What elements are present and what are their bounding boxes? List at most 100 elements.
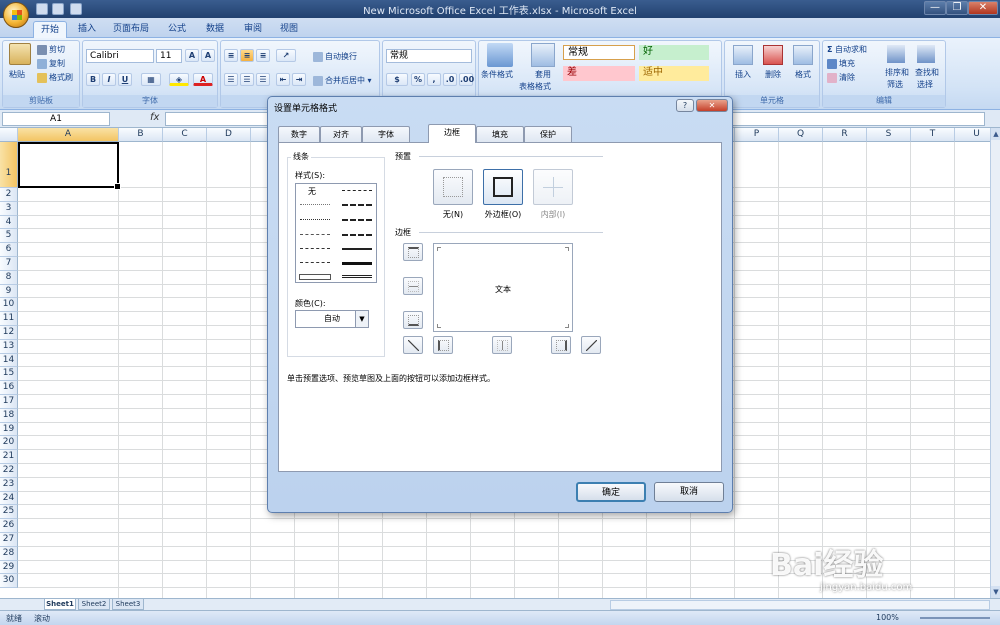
zoom-slider[interactable] (920, 617, 990, 619)
conditional-format-icon[interactable] (487, 43, 513, 67)
sort-filter-button2[interactable]: 筛选 (887, 79, 903, 90)
row-header[interactable]: 13 (0, 339, 18, 354)
line-style-dash-dot-dot[interactable] (300, 234, 330, 235)
format-as-table-label2[interactable]: 表格格式 (519, 81, 551, 92)
column-header[interactable]: Q (779, 128, 823, 142)
row-header[interactable]: 30 (0, 574, 18, 589)
tab-protection[interactable]: 保护 (524, 126, 572, 142)
font-name-select[interactable]: Calibri (86, 49, 154, 63)
shrink-font-button[interactable]: A (201, 49, 215, 62)
name-box[interactable]: A1 (2, 112, 110, 126)
tab-fill[interactable]: 填充 (476, 126, 524, 142)
sort-filter-icon[interactable] (887, 45, 905, 63)
horizontal-scrollbar[interactable] (610, 600, 990, 610)
preset-none-button[interactable] (433, 169, 473, 205)
border-left-button[interactable] (433, 336, 453, 354)
number-format-select[interactable]: 常规 (386, 49, 472, 63)
underline-button[interactable]: U (118, 73, 132, 86)
align-center-button[interactable]: ☰ (240, 73, 254, 86)
column-header[interactable]: S (867, 128, 911, 142)
row-header[interactable]: 2 (0, 188, 18, 202)
font-color-button[interactable]: A (193, 73, 213, 86)
tab-view[interactable]: 视图 (272, 21, 306, 38)
row-header[interactable]: 17 (0, 395, 18, 409)
insert-function-button[interactable]: fx (150, 112, 159, 123)
line-style-none[interactable]: 无 (308, 186, 316, 197)
tab-alignment[interactable]: 对齐 (320, 126, 362, 142)
format-cells-icon[interactable] (793, 45, 813, 65)
row-header[interactable]: 19 (0, 422, 18, 437)
tab-font[interactable]: 字体 (362, 126, 410, 142)
sheet-tab-3[interactable]: Sheet3 (112, 599, 144, 610)
border-top-button[interactable] (403, 243, 423, 261)
scroll-up-icon[interactable]: ▲ (991, 128, 1000, 140)
tab-home[interactable]: 开始 (33, 21, 67, 38)
line-style-selected-thin[interactable] (299, 274, 331, 280)
ok-button[interactable]: 确定 (576, 482, 646, 502)
conditional-format-button[interactable]: 条件格式 (481, 69, 513, 80)
row-header[interactable]: 1 (0, 142, 18, 188)
line-style-slant-dash-dot[interactable] (342, 204, 372, 206)
row-header[interactable]: 14 (0, 353, 18, 368)
border-diagonal-up-button[interactable] (403, 336, 423, 354)
line-style-medium-dashed[interactable] (342, 234, 372, 236)
tab-page-layout[interactable]: 页面布局 (108, 21, 154, 38)
row-header[interactable]: 24 (0, 491, 18, 506)
line-style-hair[interactable] (300, 204, 330, 205)
border-horizontal-button[interactable] (403, 277, 423, 295)
line-style-dotted[interactable] (300, 219, 330, 220)
column-header[interactable]: C (163, 128, 207, 142)
comma-button[interactable]: , (427, 73, 441, 86)
decrease-decimal-button[interactable]: .00 (459, 73, 474, 86)
fill-button[interactable]: 填充 (827, 58, 855, 69)
row-header[interactable]: 29 (0, 560, 18, 575)
cancel-button[interactable]: 取消 (654, 482, 724, 502)
vertical-scrollbar[interactable]: ▲ ▼ (990, 128, 1000, 598)
style-bad[interactable]: 差 (563, 66, 635, 81)
chevron-down-icon[interactable]: ▼ (355, 311, 368, 327)
sheet-tab-2[interactable]: Sheet2 (78, 599, 110, 610)
find-select-button[interactable]: 查找和 (915, 67, 939, 78)
paste-button[interactable]: 粘贴 (9, 69, 25, 80)
row-header[interactable]: 26 (0, 519, 18, 533)
insert-cells-icon[interactable] (733, 45, 753, 65)
row-header[interactable]: 21 (0, 450, 18, 464)
column-header[interactable]: U (955, 128, 990, 142)
row-header[interactable]: 28 (0, 546, 18, 561)
undo-icon[interactable] (52, 3, 64, 15)
line-style-medium[interactable] (342, 248, 372, 250)
border-vertical-button[interactable] (492, 336, 512, 354)
row-header[interactable]: 11 (0, 312, 18, 326)
row-header[interactable]: 5 (0, 229, 18, 244)
fill-color-button[interactable]: ◈ (169, 73, 189, 86)
row-header[interactable]: 20 (0, 436, 18, 451)
align-top-button[interactable]: ≡ (224, 49, 238, 62)
row-header[interactable]: 25 (0, 505, 18, 520)
scroll-down-icon[interactable]: ▼ (991, 586, 1000, 598)
border-preview[interactable]: 文本 (433, 243, 573, 332)
autosum-button[interactable]: Σ 自动求和 (827, 44, 867, 55)
format-cells-button[interactable]: 格式 (795, 69, 811, 80)
row-header[interactable]: 8 (0, 270, 18, 285)
sort-filter-button[interactable]: 排序和 (885, 67, 909, 78)
merge-center-button[interactable]: 合并后居中 ▾ (313, 75, 372, 86)
align-middle-button[interactable]: ≡ (240, 49, 254, 62)
percent-button[interactable]: % (411, 73, 425, 86)
minimize-button[interactable]: — (924, 1, 946, 15)
increase-decimal-button[interactable]: .0 (443, 73, 457, 86)
align-bottom-button[interactable]: ≡ (256, 49, 270, 62)
currency-button[interactable]: $ (386, 73, 408, 86)
line-style-double[interactable] (342, 275, 372, 278)
column-header[interactable]: A (18, 128, 119, 142)
restore-button[interactable]: ❐ (946, 1, 968, 15)
border-right-button[interactable] (551, 336, 571, 354)
select-all-corner[interactable] (0, 128, 18, 142)
column-header[interactable]: B (119, 128, 163, 142)
column-header[interactable]: P (735, 128, 779, 142)
close-window-button[interactable]: ✕ (968, 1, 998, 15)
row-header[interactable]: 4 (0, 215, 18, 230)
color-select[interactable]: 自动 ▼ (295, 310, 369, 328)
align-right-button[interactable]: ☰ (256, 73, 270, 86)
line-style-thick[interactable] (342, 262, 372, 265)
row-header[interactable]: 16 (0, 381, 18, 395)
